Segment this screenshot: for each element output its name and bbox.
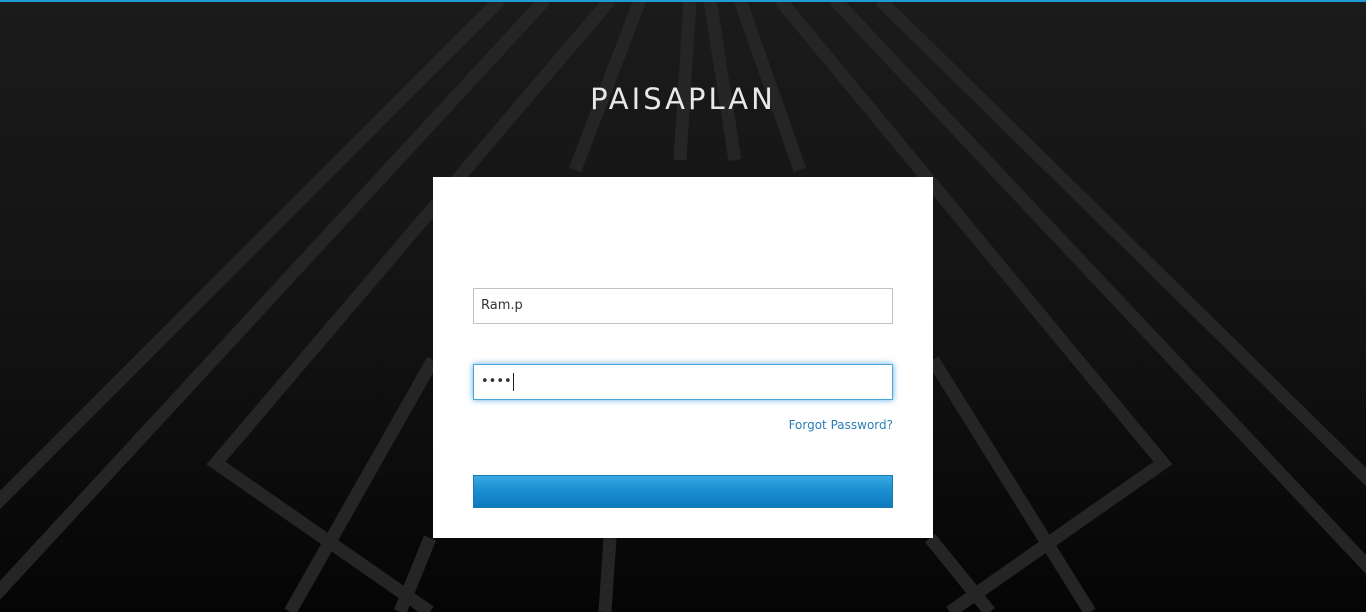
password-field[interactable]: •••• xyxy=(473,364,893,400)
forgot-password-link[interactable]: Forgot Password? xyxy=(789,418,893,432)
brand-title: PAISAPLAN xyxy=(590,82,776,116)
login-submit-button[interactable] xyxy=(473,475,893,508)
text-caret xyxy=(512,372,514,391)
password-masked-value: •••• xyxy=(481,374,512,389)
top-accent-bar xyxy=(0,0,1366,2)
username-value: Ram.p xyxy=(481,298,523,313)
login-card: Ram.p •••• Forgot Password? xyxy=(433,177,933,538)
login-page: PAISAPLAN Ram.p •••• Forgot Password? xyxy=(0,0,1366,612)
username-field[interactable]: Ram.p xyxy=(473,288,893,324)
